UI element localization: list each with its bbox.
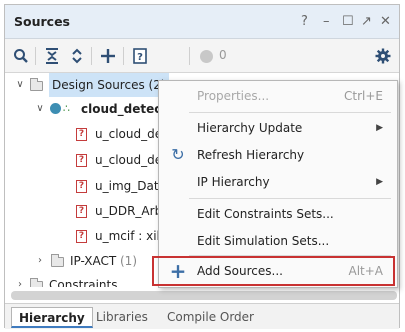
tree-label-ip-xact: IP-XACT [70, 254, 117, 268]
menu-item-label: IP Hierarchy [197, 175, 270, 189]
tree-label-child: u_cloud_de [95, 153, 163, 167]
expand-all-icon[interactable] [67, 46, 87, 66]
hierarchy-icon: ∴ [63, 102, 70, 115]
module-dot-icon [50, 103, 61, 114]
unknown-source-icon: ? [76, 205, 87, 218]
tree-row-child[interactable]: ? u_cloud_de [5, 122, 165, 146]
tree-row-child[interactable]: ? u_cloud_de [5, 148, 165, 172]
folder-icon [30, 78, 43, 91]
chevron-right-icon[interactable]: › [35, 249, 45, 273]
tree-label-child: u_cloud_de [95, 127, 163, 141]
tree-label-child: u_img_Data [95, 179, 166, 193]
menu-item-label: Hierarchy Update [197, 121, 303, 135]
submenu-arrow-icon: ▶ [376, 177, 383, 187]
menu-item-edit-constraints-sets[interactable]: Edit Constraints Sets... [159, 201, 397, 227]
menu-item-label: Refresh Hierarchy [197, 148, 305, 162]
menu-item-properties[interactable]: Properties... Ctrl+E [159, 83, 397, 109]
chevron-down-icon[interactable]: ∨ [15, 73, 25, 97]
tree-label-child: u_mcif : xil_ [95, 229, 166, 243]
collapse-all-icon[interactable] [42, 46, 62, 66]
toolbar-separator [91, 47, 92, 65]
menu-item-add-sources[interactable]: + Add Sources... Alt+A [159, 258, 397, 284]
menu-separator [189, 198, 391, 199]
menu-item-hierarchy-update[interactable]: Hierarchy Update ▶ [159, 115, 397, 141]
unknown-source-icon: ? [76, 230, 87, 243]
tab-bar: Hierarchy Libraries Compile Order [5, 303, 399, 329]
folder-icon [30, 278, 43, 287]
tree-row-top-module[interactable]: ∨ ∴ cloud_detect [5, 97, 168, 121]
toolbar-separator [35, 47, 36, 65]
tab-hierarchy[interactable]: Hierarchy [11, 307, 93, 328]
status-dot-icon [200, 50, 213, 63]
submenu-arrow-icon: ▶ [376, 123, 383, 133]
menu-separator [189, 112, 391, 113]
menu-separator [189, 255, 391, 256]
horizontal-scrollbar[interactable] [11, 291, 397, 300]
unknown-source-icon: ? [76, 154, 87, 167]
help-icon[interactable]: ? [301, 14, 308, 29]
menu-item-shortcut: Alt+A [348, 264, 383, 278]
menu-item-label: Add Sources... [197, 264, 283, 278]
tab-compile-order[interactable]: Compile Order [160, 307, 261, 328]
info-icon[interactable]: ? [130, 46, 150, 66]
unknown-source-icon: ? [76, 128, 87, 141]
sources-toolbar: ? 0 [5, 39, 399, 73]
menu-item-label: Edit Constraints Sets... [197, 207, 334, 221]
toolbar-separator [189, 47, 190, 65]
unknown-source-icon: ? [76, 180, 87, 193]
tree-count-ip-xact: (1) [120, 254, 137, 268]
refresh-icon: ↻ [171, 145, 185, 164]
tree-row-child[interactable]: ? u_mcif : xil_ [5, 224, 166, 248]
chevron-down-icon[interactable]: ∨ [35, 97, 45, 121]
panel-titlebar: Sources ? – ☐ ↗ ✕ [5, 5, 399, 39]
tab-libraries[interactable]: Libraries [89, 307, 155, 328]
status-count: 0 [219, 48, 227, 62]
menu-item-shortcut: Ctrl+E [344, 89, 383, 103]
toolbar-separator [123, 47, 124, 65]
plus-icon: + [169, 259, 187, 283]
svg-text:?: ? [137, 52, 143, 63]
tree-label-constraints: Constraints [49, 278, 118, 287]
tree-row-constraints[interactable]: › Constraints [5, 273, 165, 287]
tree-label-design-sources: Design Sources (2) [49, 73, 169, 97]
add-icon[interactable] [98, 46, 118, 66]
menu-item-refresh-hierarchy[interactable]: ↻ Refresh Hierarchy [159, 142, 397, 168]
folder-icon [51, 254, 64, 267]
search-icon[interactable] [11, 46, 31, 66]
menu-item-ip-hierarchy[interactable]: IP Hierarchy ▶ [159, 169, 397, 195]
panel-title: Sources [14, 14, 70, 29]
minimize-icon[interactable]: – [323, 14, 330, 29]
close-icon[interactable]: ✕ [380, 14, 391, 29]
context-menu: Properties... Ctrl+E Hierarchy Update ▶ … [158, 80, 398, 288]
tree-row-child[interactable]: ? u_img_Data [5, 174, 166, 198]
tree-label-child: u_DDR_Arb [95, 204, 163, 218]
menu-item-edit-simulation-sets[interactable]: Edit Simulation Sets... [159, 228, 397, 254]
gear-icon[interactable] [373, 46, 393, 66]
tree-row-design-sources[interactable]: ∨ Design Sources (2) [5, 73, 169, 97]
menu-item-label: Edit Simulation Sets... [197, 234, 330, 248]
menu-item-label: Properties... [197, 89, 270, 103]
tree-row-child[interactable]: ? u_DDR_Arb [5, 199, 165, 223]
maximize-icon[interactable]: ☐ [342, 14, 354, 29]
float-icon[interactable]: ↗ [361, 14, 372, 29]
chevron-right-icon[interactable]: › [15, 273, 25, 287]
tree-row-ip-xact[interactable]: › IP-XACT (1) [5, 249, 165, 273]
tree-label-top-module: cloud_detect [81, 102, 168, 116]
